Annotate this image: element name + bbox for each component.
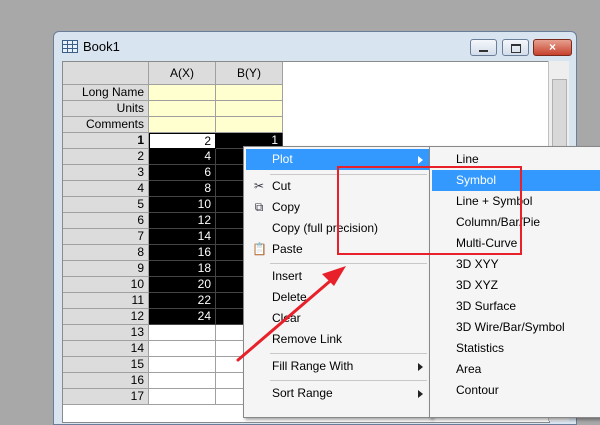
submenu-item-statistics[interactable]: Statistics: [432, 338, 600, 359]
copy-icon: ⧉: [254, 200, 264, 214]
data-cell-a[interactable]: 18: [149, 261, 216, 277]
data-cell-a[interactable]: 22: [149, 293, 216, 309]
menu-item-label: Remove Link: [272, 332, 343, 346]
submenu-item-label: 3D XYY: [456, 257, 499, 271]
row-header[interactable]: 1: [63, 133, 149, 149]
menu-item-label: Insert: [272, 269, 303, 283]
row-header[interactable]: 17: [63, 389, 149, 405]
submenu-item-3d-xyz[interactable]: 3D XYZ: [432, 275, 600, 296]
submenu-arrow-icon: [418, 156, 423, 164]
data-cell-a[interactable]: 8: [149, 181, 216, 197]
menu-item-label: Cut: [272, 179, 291, 193]
row-header[interactable]: 14: [63, 341, 149, 357]
menu-item-sort-range[interactable]: Sort Range: [246, 383, 429, 404]
meta-cell[interactable]: [216, 101, 283, 117]
data-cell-a[interactable]: [149, 373, 216, 389]
data-cell-a[interactable]: 4: [149, 149, 216, 165]
corner-cell[interactable]: [63, 62, 149, 85]
submenu-item-area[interactable]: Area: [432, 359, 600, 380]
submenu-item-label: Area: [456, 362, 482, 376]
submenu-item-label: Statistics: [456, 341, 505, 355]
submenu-item-3d-surface[interactable]: 3D Surface: [432, 296, 600, 317]
column-header-b[interactable]: B(Y): [216, 62, 283, 85]
meta-row-label-comments: Comments: [63, 117, 149, 133]
data-cell-a[interactable]: [149, 341, 216, 357]
paste-icon: 📋: [252, 242, 267, 256]
row-header[interactable]: 5: [63, 197, 149, 213]
menu-separator: [270, 263, 427, 264]
row-header[interactable]: 6: [63, 213, 149, 229]
row-header[interactable]: 3: [63, 165, 149, 181]
workbook-icon: [62, 40, 78, 53]
menu-item-clear[interactable]: Clear: [246, 308, 429, 329]
meta-cell[interactable]: [149, 117, 216, 133]
row-header[interactable]: 8: [63, 245, 149, 261]
submenu-item-contour[interactable]: Contour: [432, 380, 600, 401]
meta-row-label-units: Units: [63, 101, 149, 117]
submenu-item-label: 3D XYZ: [456, 278, 499, 292]
meta-cell[interactable]: [216, 117, 283, 133]
row-header[interactable]: 11: [63, 293, 149, 309]
data-cell-a[interactable]: 24: [149, 309, 216, 325]
data-cell-a[interactable]: 12: [149, 213, 216, 229]
data-cell-a[interactable]: 6: [149, 165, 216, 181]
data-cell-a[interactable]: 10: [149, 197, 216, 213]
menu-item-delete[interactable]: Delete: [246, 287, 429, 308]
meta-cell[interactable]: [149, 101, 216, 117]
menu-item-remove-link[interactable]: Remove Link: [246, 329, 429, 350]
row-header[interactable]: 12: [63, 309, 149, 325]
meta-cell[interactable]: [216, 85, 283, 101]
menu-item-label: Plot: [272, 152, 293, 166]
close-icon: ×: [548, 40, 556, 54]
data-cell-a[interactable]: [149, 389, 216, 405]
submenu-arrow-icon: [418, 390, 423, 398]
menu-separator: [270, 380, 427, 381]
submenu-item-3d-xyy[interactable]: 3D XYY: [432, 254, 600, 275]
row-header[interactable]: 16: [63, 373, 149, 389]
menu-separator: [270, 353, 427, 354]
menu-item-label: Paste: [272, 242, 303, 256]
data-cell-a[interactable]: 2: [149, 133, 216, 149]
row-header[interactable]: 9: [63, 261, 149, 277]
maximize-button[interactable]: [502, 39, 529, 56]
minimize-button[interactable]: [470, 39, 497, 56]
data-cell-a[interactable]: 14: [149, 229, 216, 245]
data-cell-a[interactable]: 16: [149, 245, 216, 261]
menu-item-fill-range-with[interactable]: Fill Range With: [246, 356, 429, 377]
menu-item-insert[interactable]: Insert: [246, 266, 429, 287]
row-header[interactable]: 13: [63, 325, 149, 341]
scissors-icon: ✂: [253, 179, 265, 193]
column-header-a[interactable]: A(X): [149, 62, 216, 85]
title-bar[interactable]: Book1 ×: [54, 32, 576, 60]
meta-cell[interactable]: [149, 85, 216, 101]
data-cell-a[interactable]: [149, 325, 216, 341]
row-header[interactable]: 7: [63, 229, 149, 245]
menu-item-label: Sort Range: [272, 386, 333, 400]
submenu-item-3d-wire-bar-symbol[interactable]: 3D Wire/Bar/Symbol: [432, 317, 600, 338]
row-header[interactable]: 10: [63, 277, 149, 293]
highlight-annotation-box: [337, 166, 522, 255]
meta-row-label-long-name: Long Name: [63, 85, 149, 101]
submenu-item-label: 3D Surface: [456, 299, 517, 313]
row-header[interactable]: 4: [63, 181, 149, 197]
submenu-item-label: Contour: [456, 383, 499, 397]
menu-item-label: Clear: [272, 311, 301, 325]
row-header[interactable]: 2: [63, 149, 149, 165]
menu-item-label: Fill Range With: [272, 359, 354, 373]
submenu-item-label: 3D Wire/Bar/Symbol: [456, 320, 565, 334]
submenu-arrow-icon: [418, 363, 423, 371]
menu-item-label: Delete: [272, 290, 307, 304]
menu-item-label: Copy: [272, 200, 301, 214]
data-cell-a[interactable]: [149, 357, 216, 373]
data-cell-a[interactable]: 20: [149, 277, 216, 293]
close-button[interactable]: ×: [533, 39, 572, 56]
row-header[interactable]: 15: [63, 357, 149, 373]
window-title: Book1: [83, 39, 120, 54]
